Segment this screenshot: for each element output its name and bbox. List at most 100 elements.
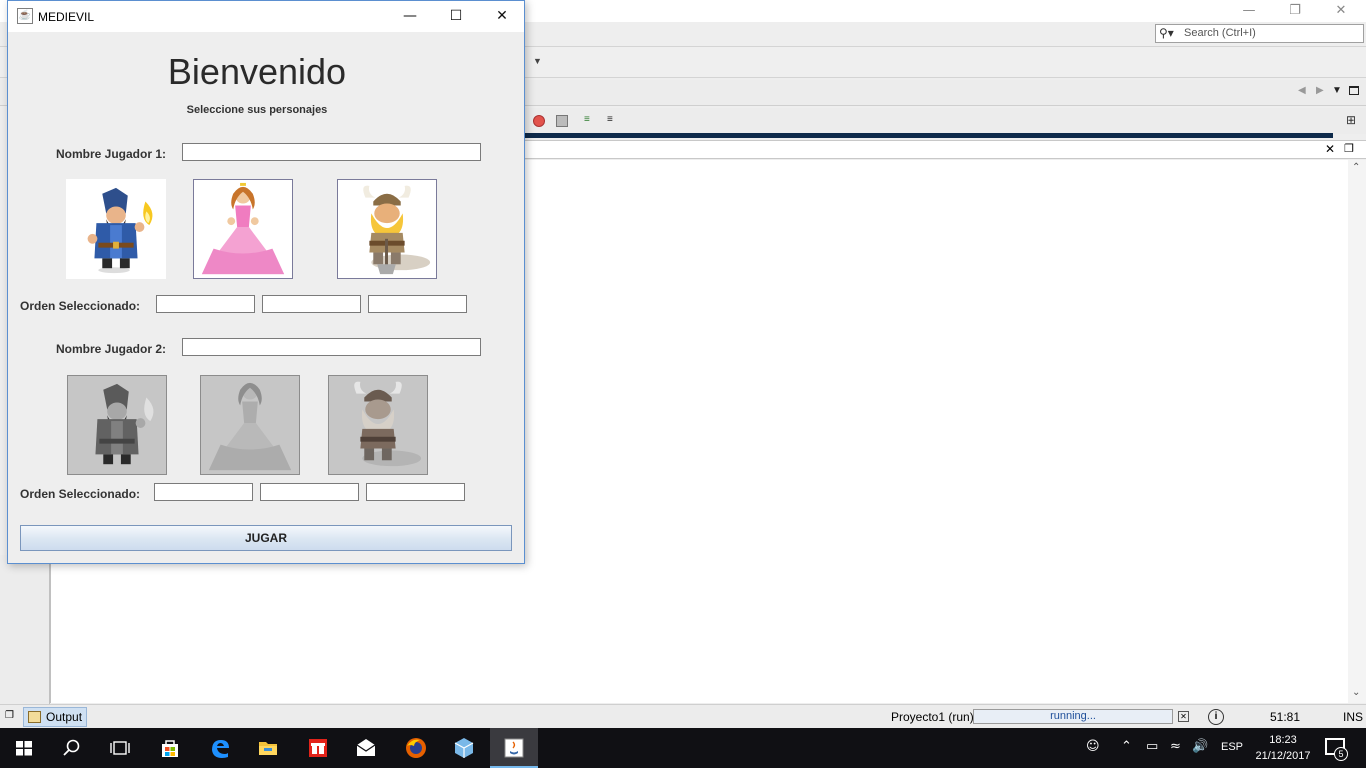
taskbar-java[interactable] [490,728,538,768]
task-view-icon [110,741,130,755]
java-icon: ☕ [17,8,33,24]
firefox-icon [406,738,426,758]
ide-run-toolbar: ≡ ≡ ⊞ [525,108,1366,134]
ide-statusbar: ❐ Output Proyecto1 (run) running... ✕ i … [0,704,1366,728]
player1-viking-character[interactable] [337,179,437,279]
clear-output-icon[interactable]: ≡ [607,113,621,127]
java-icon [504,738,524,758]
player1-princess-character[interactable] [193,179,293,279]
scroll-up-icon[interactable]: ⌃ [1352,162,1360,173]
wizard-image [87,187,153,274]
insert-mode: INS [1343,710,1364,724]
task-view-button[interactable] [96,728,144,768]
output-tab-label: Output [46,710,83,724]
player2-order-label: Orden Seleccionado: [20,487,141,501]
battery-icon[interactable]: ▭ [1146,739,1158,754]
scroll-down-icon[interactable]: ⌄ [1352,687,1360,698]
float-window-icon[interactable]: ❐ [1344,142,1354,155]
medievil-dialog: ☕ MEDIEVIL — ☐ ✕ Bienvenido Seleccione s… [7,0,525,564]
player2-name-input[interactable] [182,338,481,356]
player2-order-field-3[interactable] [366,483,465,501]
output-tab[interactable]: Output [23,707,87,727]
player1-order-label: Orden Seleccionado: [20,299,141,313]
clock-date: 21/12/2017 [1255,750,1311,762]
player1-name-input[interactable] [182,143,481,161]
wifi-icon[interactable]: ≈ [1170,739,1181,754]
player1-order-field-2[interactable] [262,295,361,313]
ide-minimize-button[interactable]: — [1226,0,1272,22]
status-run-label: running... [1050,710,1096,722]
windows-taskbar: ☺ ⌃ ▭ ≈ 🔊 ESP 18:23 21/12/2017 5 [0,728,1366,768]
taskbar-gift-app[interactable] [294,728,342,768]
cancel-process-icon[interactable]: ✕ [1178,711,1189,722]
run-progress-bar [525,133,1333,138]
stop-icon[interactable] [556,115,568,127]
stop-recording-icon[interactable] [533,115,545,127]
search-icon: ⚲▾ [1159,26,1174,40]
wizard-image [95,383,154,465]
taskbar-firefox[interactable] [392,728,440,768]
edge-icon [212,740,229,758]
store-icon [162,740,178,757]
player1-order-field-1[interactable] [156,295,255,313]
restore-window-icon[interactable]: ❐ [5,710,14,721]
player1-wizard-character[interactable] [66,179,166,279]
viking-image [363,185,431,275]
welcome-heading: Bienvenido [167,51,347,92]
player2-name-label: Nombre Jugador 2: [56,342,167,356]
output-scrollbar[interactable]: ⌃ ⌄ [1348,160,1366,703]
clock[interactable]: 18:23 21/12/2017 [1250,732,1316,764]
search-placeholder: Search (Ctrl+I) [1184,27,1256,39]
close-icon[interactable]: ✕ [1325,142,1335,156]
ide-restore-button[interactable]: ❐ [1272,0,1318,22]
search-icon [63,739,80,756]
maximize-pane-icon[interactable] [1349,86,1359,95]
maximize-button[interactable]: ☐ [433,1,479,32]
player2-order-field-1[interactable] [154,483,253,501]
start-button[interactable] [0,728,48,768]
close-button[interactable]: ✕ [479,1,525,32]
tab-list-icon[interactable]: ▼ [1332,85,1342,96]
taskbar-edge[interactable] [196,728,244,768]
windows-logo-icon [16,741,32,756]
player1-order-field-3[interactable] [368,295,467,313]
play-button[interactable]: JUGAR [20,525,512,551]
chevron-down-icon[interactable]: ▼ [533,56,542,66]
output-icon [28,711,41,723]
player2-viking-character[interactable] [328,375,428,475]
wrap-output-icon[interactable]: ≡ [584,113,598,127]
tab-scroll-right-icon[interactable]: ▶ [1316,85,1324,96]
taskbar-file-explorer[interactable] [244,728,292,768]
status-project: Proyecto1 (run) [891,710,974,724]
ide-close-button[interactable]: ✕ [1318,0,1364,22]
people-icon[interactable]: ☺ [1086,739,1100,754]
chevron-up-icon[interactable]: ⌃ [1121,739,1132,754]
princess-image [201,182,285,275]
taskbar-search-button[interactable] [48,728,96,768]
select-characters-subheading: Seleccione sus personajes [186,104,328,116]
output-pane-header: ✕ ❐ [525,140,1366,159]
mail-icon [356,739,376,756]
gift-icon [309,739,327,757]
clock-time: 18:23 [1269,734,1297,746]
folder-icon [259,742,277,755]
princess-image [208,382,292,471]
taskbar-mail[interactable] [342,728,390,768]
language-indicator[interactable]: ESP [1221,741,1243,753]
caret-position: 51:81 [1270,710,1301,724]
player2-wizard-character[interactable] [67,375,167,475]
ide-search-field[interactable]: ⚲▾ Search (Ctrl+I) [1155,24,1364,43]
dialog-titlebar: ☕ MEDIEVIL — ☐ ✕ [8,1,524,32]
taskbar-store[interactable] [146,728,194,768]
player1-name-label: Nombre Jugador 1: [56,147,167,161]
status-run-progress[interactable]: running... [973,709,1173,724]
volume-icon[interactable]: 🔊 [1192,739,1208,754]
player2-order-field-2[interactable] [260,483,359,501]
grid-icon[interactable]: ⊞ [1346,113,1356,127]
notification-count: 5 [1334,747,1348,761]
notifications-icon[interactable]: i [1208,709,1224,725]
player2-princess-character[interactable] [200,375,300,475]
taskbar-virtualbox[interactable] [440,728,488,768]
tab-scroll-left-icon[interactable]: ◀ [1298,85,1306,96]
minimize-button[interactable]: — [387,1,433,32]
